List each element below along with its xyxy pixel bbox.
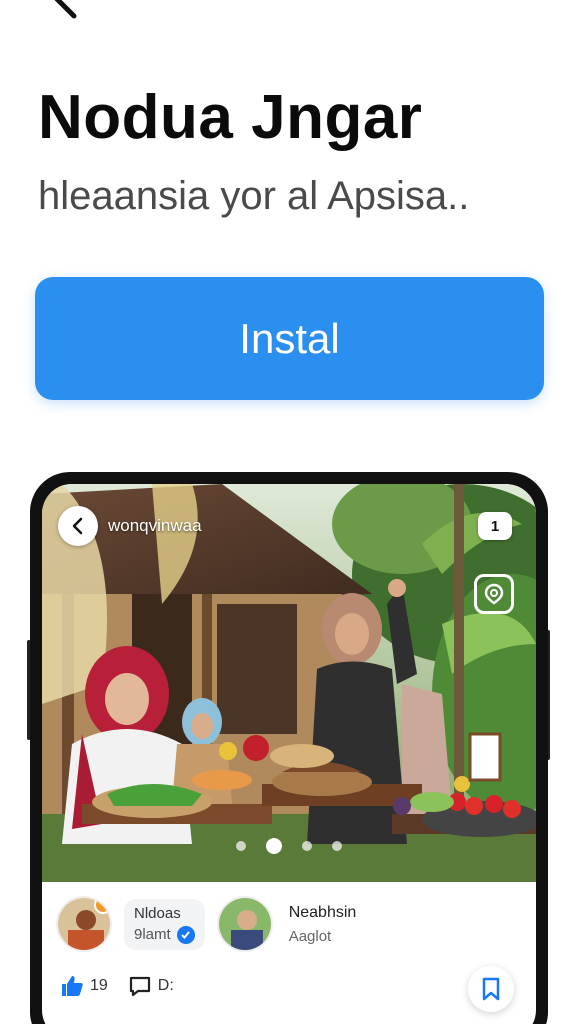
thumbs-up-icon [62, 976, 83, 996]
chip-subtitle: 9lamt [134, 925, 195, 944]
post-meta-row: Nldoas 9lamt Neabhsin Aaglot [56, 896, 356, 952]
carousel-dot[interactable] [302, 841, 312, 851]
author-avatar[interactable] [216, 896, 273, 952]
comment-button[interactable]: D: [128, 974, 174, 998]
avatar-status-badge [94, 898, 110, 914]
app-subtitle: hleaansia yor al Apsisa.. [38, 174, 470, 218]
location-pin-icon [484, 583, 504, 605]
bookmark-button[interactable] [468, 966, 514, 1012]
install-button[interactable]: Instal [35, 277, 544, 400]
location-pin-button[interactable] [474, 574, 514, 614]
story-header: wonqvinwaa [58, 506, 202, 546]
carousel-dot[interactable] [236, 841, 246, 851]
app-title: Nodua Jngar [38, 83, 423, 152]
carousel-dot-active[interactable] [266, 838, 282, 854]
carousel-dots [42, 838, 536, 854]
like-button[interactable]: 19 [60, 974, 108, 998]
verified-check-icon [176, 925, 195, 944]
story-back-button[interactable] [58, 506, 98, 546]
carousel-dot[interactable] [332, 841, 342, 851]
back-arrow-icon[interactable] [44, 0, 84, 24]
author-name[interactable]: Neabhsin [289, 904, 357, 922]
avatar[interactable] [56, 896, 112, 952]
comment-icon [129, 976, 150, 997]
post-actions: 19 D: [60, 974, 174, 998]
bookmark-icon [482, 977, 500, 1001]
author-subtitle: Aaglot [288, 927, 332, 945]
like-count: 19 [90, 977, 108, 994]
chip-title: Nldoas [134, 904, 181, 922]
phone-preview: wonqvinwaa 1 Nldoas 9lamt Neabhsin Aaglo… [30, 472, 548, 1024]
comment-count: D: [157, 977, 174, 994]
chevron-left-icon [72, 517, 83, 535]
story-account-name: wonqvinwaa [108, 516, 202, 535]
info-chip[interactable]: Nldoas 9lamt [124, 898, 205, 950]
author-info: Neabhsin Aaglot [289, 904, 357, 945]
phone-screen: wonqvinwaa 1 Nldoas 9lamt Neabhsin Aaglo… [42, 484, 536, 1024]
chip-subtitle-text: 9lamt [134, 926, 171, 943]
notification-badge[interactable]: 1 [478, 512, 512, 540]
